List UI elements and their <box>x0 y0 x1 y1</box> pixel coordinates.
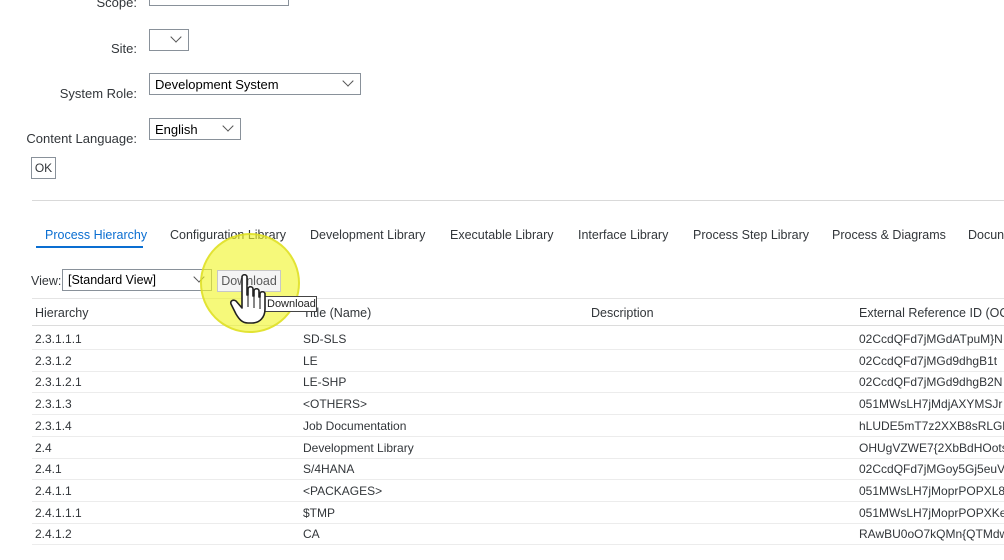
tab-process-hierarchy[interactable]: Process Hierarchy <box>45 228 147 242</box>
external-reference-cell: hLUDE5mT7z2XXB8sRLGl <box>859 419 1004 433</box>
external-reference-cell: OHUgVZWE7{2XbBdHOots <box>859 441 1004 455</box>
scope-label: Scope: <box>96 0 137 10</box>
chevron-down-icon <box>342 75 354 87</box>
content-language-select[interactable]: English <box>149 118 241 140</box>
hierarchy-cell: 2.3.1.4 <box>35 419 72 433</box>
row-divider <box>32 392 1004 393</box>
active-tab-indicator <box>36 246 143 248</box>
view-select[interactable]: [Standard View] <box>62 269 212 291</box>
view-value: [Standard View] <box>68 273 157 287</box>
column-header-hierarchy[interactable]: Hierarchy <box>35 306 89 320</box>
title-cell: Development Library <box>303 441 414 455</box>
site-select[interactable] <box>149 29 189 51</box>
row-divider <box>32 523 1004 524</box>
title-cell: LE <box>303 354 318 368</box>
hand-cursor-icon <box>230 273 266 324</box>
external-reference-cell: 051MWsLH7jMdjAXYMSJr <box>859 397 1003 411</box>
external-reference-cell: 02CcdQFd7jMGdATpuM}N <box>859 332 1003 346</box>
title-cell: <OTHERS> <box>303 397 368 411</box>
hierarchy-cell: 2.3.1.1.1 <box>35 332 82 346</box>
hierarchy-cell: 2.4 <box>35 441 52 455</box>
hierarchy-cell: 2.4.1 <box>35 462 62 476</box>
row-divider <box>32 501 1004 502</box>
title-cell: SD-SLS <box>303 332 347 346</box>
row-divider <box>32 458 1004 459</box>
tab-process-diagrams[interactable]: Process & Diagrams <box>832 228 946 242</box>
content-language-value: English <box>155 122 198 137</box>
column-header-description[interactable]: Description <box>591 306 654 320</box>
hierarchy-cell: 2.4.1.1 <box>35 484 72 498</box>
column-header-external-reference-id[interactable]: External Reference ID (OC <box>859 306 1004 320</box>
system-role-value: Development System <box>155 77 279 92</box>
system-role-label: System Role: <box>59 86 137 101</box>
header-divider <box>32 325 1004 326</box>
title-cell: $TMP <box>303 506 336 520</box>
external-reference-cell: 051MWsLH7jMoprPOPXL8 <box>859 484 1004 498</box>
row-divider <box>32 436 1004 437</box>
row-divider <box>32 349 1004 350</box>
title-cell: LE-SHP <box>303 375 347 389</box>
scope-select[interactable] <box>149 0 289 6</box>
hierarchy-cell: 2.3.1.2 <box>35 354 72 368</box>
tab-development-library[interactable]: Development Library <box>310 228 425 242</box>
hierarchy-cell: 2.4.1.1.1 <box>35 506 82 520</box>
toolbar-divider <box>32 298 1004 299</box>
hierarchy-cell: 2.4.1.2 <box>35 527 72 541</box>
row-divider <box>32 371 1004 372</box>
ok-button[interactable]: OK <box>31 157 56 179</box>
external-reference-cell: 02CcdQFd7jMGd9dhgB1t <box>859 354 998 368</box>
row-divider <box>32 544 1004 545</box>
chevron-down-icon <box>170 31 182 43</box>
site-label: Site: <box>110 41 137 56</box>
tab-executable-library[interactable]: Executable Library <box>450 228 554 242</box>
title-cell: CA <box>303 527 320 541</box>
title-cell: Job Documentation <box>303 419 407 433</box>
external-reference-cell: 051MWsLH7jMoprPOPXKe <box>859 506 1004 520</box>
hierarchy-cell: 2.3.1.2.1 <box>35 375 82 389</box>
external-reference-cell: RAwBU0oO7kQMn{QTMdw <box>859 527 1004 541</box>
section-divider <box>32 200 1004 201</box>
title-cell: <PACKAGES> <box>303 484 383 498</box>
content-language-label: Content Language: <box>26 131 137 146</box>
title-cell: S/4HANA <box>303 462 355 476</box>
view-label: View: <box>31 274 62 288</box>
row-divider <box>32 479 1004 480</box>
hierarchy-cell: 2.3.1.3 <box>35 397 72 411</box>
chevron-down-icon <box>222 120 234 132</box>
tab-interface-library[interactable]: Interface Library <box>578 228 668 242</box>
tab-documents[interactable]: Docun <box>968 228 1004 242</box>
tab-process-step-library[interactable]: Process Step Library <box>693 228 809 242</box>
external-reference-cell: 02CcdQFd7jMGoy5Gj5euV <box>859 462 1004 476</box>
system-role-select[interactable]: Development System <box>149 73 361 95</box>
row-divider <box>32 414 1004 415</box>
external-reference-cell: 02CcdQFd7jMGd9dhgB2N <box>859 375 1003 389</box>
